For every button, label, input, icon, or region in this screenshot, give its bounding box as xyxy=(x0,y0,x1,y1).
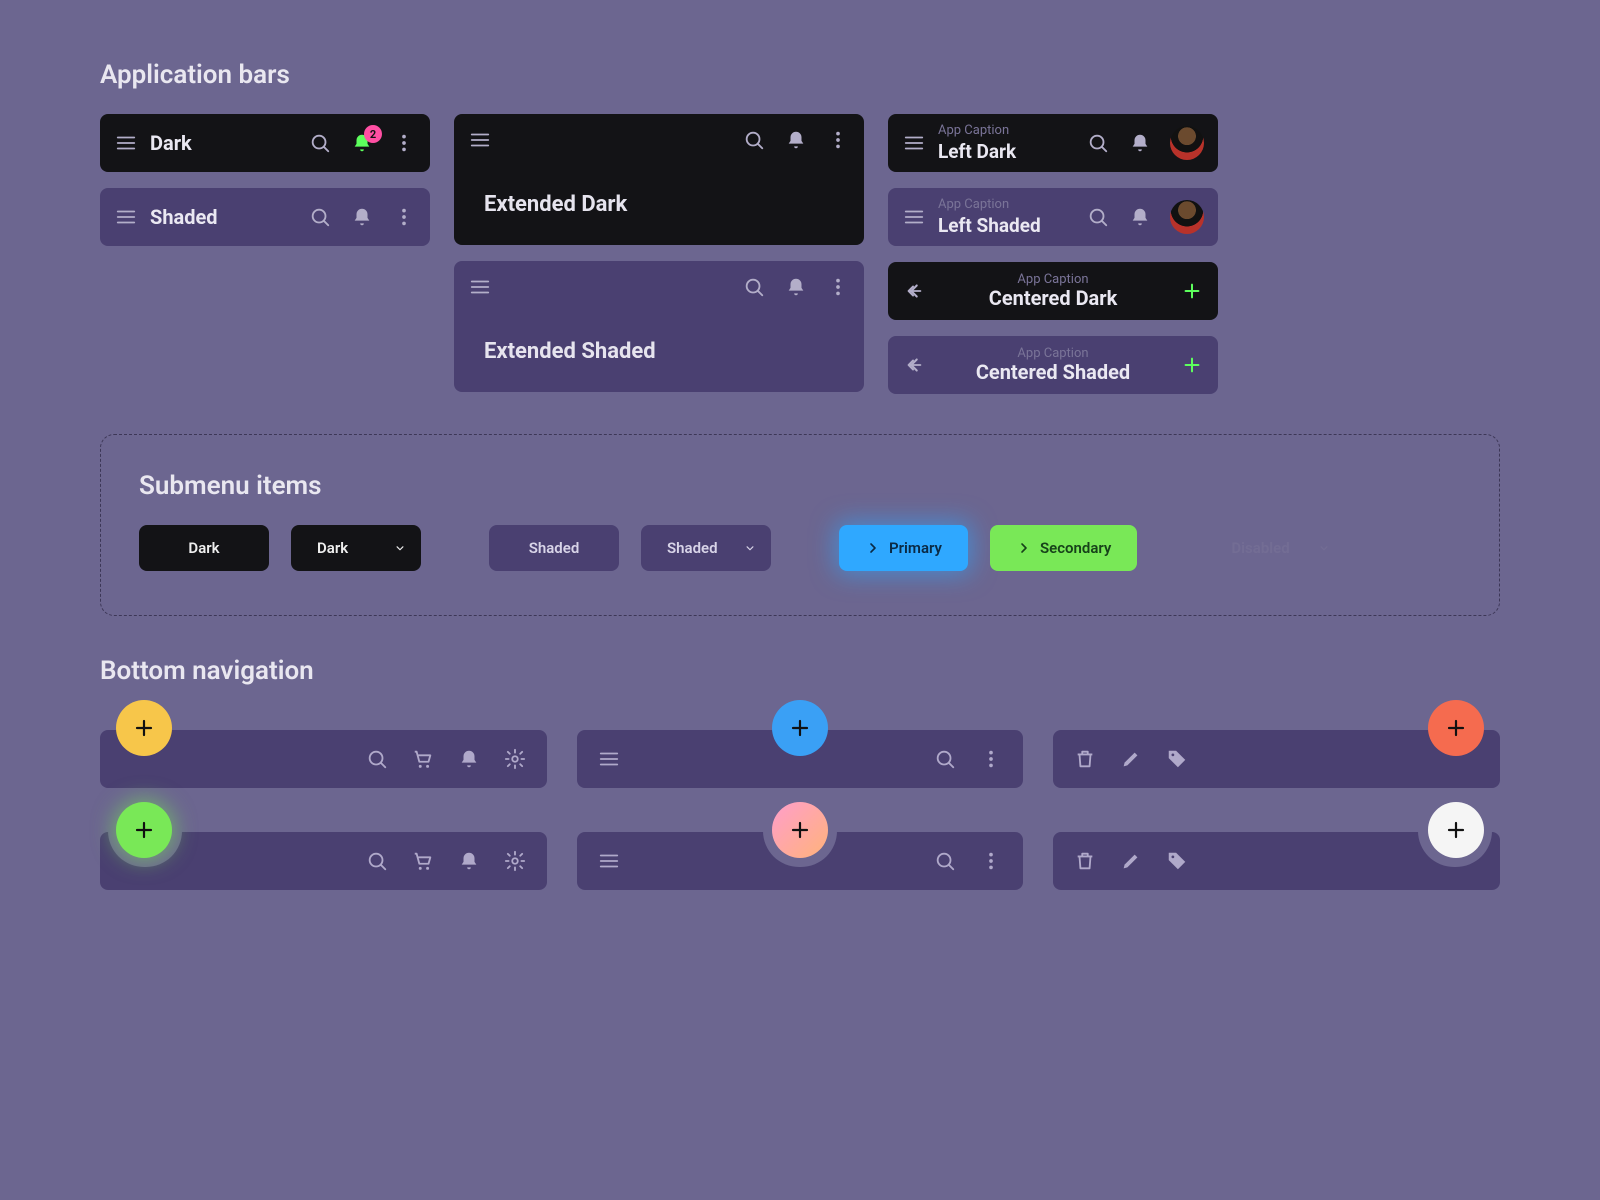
search-icon[interactable] xyxy=(365,747,389,771)
menu-icon[interactable] xyxy=(902,205,926,229)
section-title-appbars: Application bars xyxy=(100,60,1500,90)
fab-button[interactable] xyxy=(772,802,828,858)
bottom-nav-1 xyxy=(100,730,547,788)
more-icon[interactable] xyxy=(826,128,850,152)
back-icon[interactable] xyxy=(902,353,926,377)
bell-icon[interactable] xyxy=(350,205,374,229)
search-icon[interactable] xyxy=(933,747,957,771)
submenu-dark[interactable]: Dark xyxy=(139,525,269,571)
fab-button[interactable] xyxy=(1428,700,1484,756)
cart-icon[interactable] xyxy=(411,747,435,771)
bottom-nav-4 xyxy=(100,832,547,890)
cart-icon[interactable] xyxy=(411,849,435,873)
appbar-title: Dark xyxy=(150,131,192,155)
menu-icon[interactable] xyxy=(468,128,492,152)
avatar[interactable] xyxy=(1170,200,1204,234)
appbar-left-shaded: App Caption Left Shaded xyxy=(888,188,1218,246)
tag-icon[interactable] xyxy=(1165,747,1189,771)
submenu-shaded[interactable]: Shaded xyxy=(489,525,619,571)
tag-icon[interactable] xyxy=(1165,849,1189,873)
appbar-centered-shaded: App Caption Centered Shaded xyxy=(888,336,1218,394)
section-submenu: Submenu items Dark Dark Shaded Shaded Pr… xyxy=(100,434,1500,616)
bottom-nav-2 xyxy=(577,730,1024,788)
submenu-disabled: Disabled xyxy=(1205,525,1345,571)
menu-icon[interactable] xyxy=(468,275,492,299)
more-icon[interactable] xyxy=(979,849,1003,873)
app-caption: App Caption xyxy=(989,273,1118,286)
gear-icon[interactable] xyxy=(503,849,527,873)
trash-icon[interactable] xyxy=(1073,849,1097,873)
section-title-bottomnav: Bottom navigation xyxy=(100,656,1500,686)
bell-icon[interactable] xyxy=(784,128,808,152)
appbar-shaded: Shaded xyxy=(100,188,430,246)
trash-icon[interactable] xyxy=(1073,747,1097,771)
menu-icon[interactable] xyxy=(597,747,621,771)
caret-down-icon xyxy=(1317,541,1331,555)
appbar-title: Centered Shaded xyxy=(976,360,1130,384)
gear-icon[interactable] xyxy=(503,747,527,771)
bell-icon[interactable] xyxy=(457,747,481,771)
appbar-dark: Dark 2 xyxy=(100,114,430,172)
app-caption: App Caption xyxy=(938,198,1041,211)
bottom-nav-6 xyxy=(1053,832,1500,890)
caret-down-icon xyxy=(393,541,407,555)
bell-icon[interactable] xyxy=(784,275,808,299)
plus-icon[interactable] xyxy=(1180,353,1204,377)
appbar-title: Left Dark xyxy=(938,140,1016,163)
submenu-primary[interactable]: Primary xyxy=(839,525,968,571)
bell-icon[interactable] xyxy=(1128,131,1152,155)
appbar-extended-shaded: Extended Shaded xyxy=(454,261,864,392)
more-icon[interactable] xyxy=(392,205,416,229)
chevron-right-icon xyxy=(865,540,881,556)
fab-button[interactable] xyxy=(1428,802,1484,858)
fab-button[interactable] xyxy=(116,802,172,858)
section-app-bars: Application bars Dark 2 Shaded xyxy=(100,60,1500,394)
search-icon[interactable] xyxy=(933,849,957,873)
appbar-title: Shaded xyxy=(150,205,218,229)
submenu-dark-dropdown[interactable]: Dark xyxy=(291,525,421,571)
search-icon[interactable] xyxy=(1086,205,1110,229)
bottom-nav-5 xyxy=(577,832,1024,890)
appbar-left-dark: App Caption Left Dark xyxy=(888,114,1218,172)
pencil-icon[interactable] xyxy=(1119,849,1143,873)
appbar-extended-dark: Extended Dark xyxy=(454,114,864,245)
caret-down-icon xyxy=(743,541,757,555)
menu-icon[interactable] xyxy=(114,131,138,155)
menu-icon[interactable] xyxy=(597,849,621,873)
menu-icon[interactable] xyxy=(114,205,138,229)
plus-icon[interactable] xyxy=(1180,279,1204,303)
search-icon[interactable] xyxy=(742,275,766,299)
search-icon[interactable] xyxy=(1086,131,1110,155)
back-icon[interactable] xyxy=(902,279,926,303)
more-icon[interactable] xyxy=(392,131,416,155)
appbar-title: Left Shaded xyxy=(938,214,1041,237)
more-icon[interactable] xyxy=(826,275,850,299)
submenu-secondary[interactable]: Secondary xyxy=(990,525,1137,571)
section-bottom-nav: Bottom navigation xyxy=(100,656,1500,890)
fab-button[interactable] xyxy=(772,700,828,756)
bottom-nav-3 xyxy=(1053,730,1500,788)
section-title-submenu: Submenu items xyxy=(139,471,1461,501)
search-icon[interactable] xyxy=(308,131,332,155)
appbar-title: Extended Shaded xyxy=(454,313,864,392)
fab-button[interactable] xyxy=(116,700,172,756)
bell-icon[interactable] xyxy=(457,849,481,873)
pencil-icon[interactable] xyxy=(1119,747,1143,771)
chevron-right-icon xyxy=(1016,540,1032,556)
appbar-centered-dark: App Caption Centered Dark xyxy=(888,262,1218,320)
search-icon[interactable] xyxy=(365,849,389,873)
appbar-title: Centered Dark xyxy=(989,286,1118,310)
app-caption: App Caption xyxy=(938,124,1016,137)
search-icon[interactable] xyxy=(742,128,766,152)
app-caption: App Caption xyxy=(976,347,1130,360)
bell-icon[interactable]: 2 xyxy=(350,131,374,155)
avatar[interactable] xyxy=(1170,126,1204,160)
submenu-shaded-dropdown[interactable]: Shaded xyxy=(641,525,771,571)
appbar-title: Extended Dark xyxy=(454,166,864,245)
more-icon[interactable] xyxy=(979,747,1003,771)
search-icon[interactable] xyxy=(308,205,332,229)
bell-icon[interactable] xyxy=(1128,205,1152,229)
menu-icon[interactable] xyxy=(902,131,926,155)
notification-badge: 2 xyxy=(364,125,382,143)
